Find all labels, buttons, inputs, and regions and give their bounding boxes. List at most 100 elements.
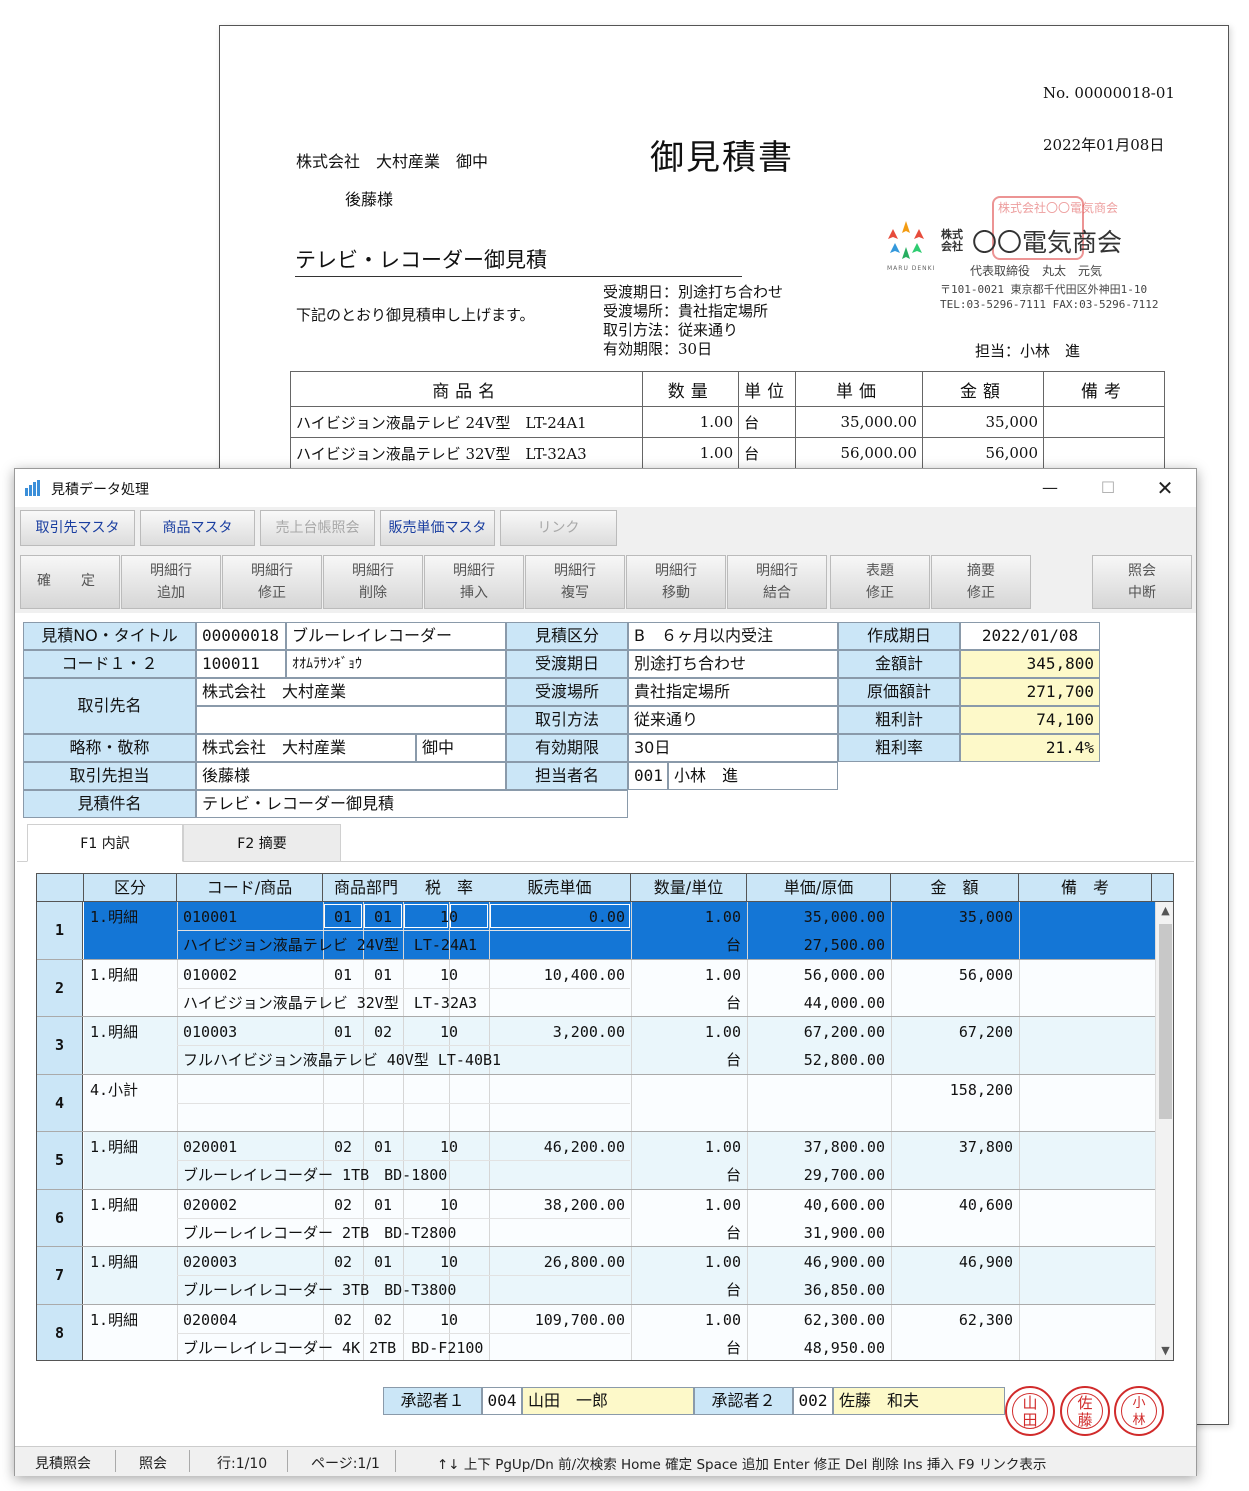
- edit-row-button[interactable]: 明細行 修正: [222, 555, 322, 609]
- cell-qty[interactable]: 1.00: [631, 1248, 741, 1276]
- cell-unit[interactable]: 台: [631, 931, 741, 959]
- contact-field[interactable]: 後藤様: [196, 762, 506, 790]
- approver2-code[interactable]: 002: [793, 1387, 833, 1415]
- cell-price[interactable]: 26,800.00: [489, 1248, 625, 1276]
- scroll-thumb[interactable]: [1159, 924, 1172, 1119]
- cell-cost[interactable]: 36,850.00: [747, 1276, 885, 1304]
- cell-d1[interactable]: 02: [323, 1133, 363, 1161]
- cell-unit-price[interactable]: 67,200.00: [747, 1018, 885, 1046]
- approver2-name[interactable]: 佐藤 和夫: [833, 1387, 1005, 1415]
- cell-unit-price[interactable]: 40,600.00: [747, 1191, 885, 1219]
- category-field[interactable]: B ６ヶ月以内受注: [628, 622, 838, 650]
- cell-name[interactable]: [183, 1104, 631, 1132]
- cell-unit[interactable]: 台: [631, 1219, 741, 1247]
- cell-amount[interactable]: 46,900: [891, 1248, 1013, 1276]
- cell-cost[interactable]: 29,700.00: [747, 1161, 885, 1189]
- cell-amount[interactable]: 56,000: [891, 961, 1013, 989]
- cell-tax[interactable]: [409, 1076, 489, 1104]
- short-name-field[interactable]: 株式会社 大村産業: [196, 734, 416, 762]
- cell-d2[interactable]: 01: [363, 1191, 403, 1219]
- cell-code[interactable]: [183, 1076, 323, 1104]
- table-row[interactable]: 8 1.明細 020004 02 02 10 109,700.00 1.00 62,300.00…: [37, 1304, 1155, 1360]
- cell-code[interactable]: 010003: [183, 1018, 323, 1046]
- maximize-button[interactable]: ☐: [1086, 475, 1130, 503]
- honorific-field[interactable]: 御中: [416, 734, 506, 762]
- scroll-down-icon[interactable]: ▼: [1159, 1344, 1172, 1357]
- cell-unit-price[interactable]: 62,300.00: [747, 1306, 885, 1334]
- cell-kbn[interactable]: 1.明細: [90, 1248, 175, 1276]
- client-name-field[interactable]: 株式会社 大村産業: [196, 678, 506, 706]
- cell-amount[interactable]: 67,200: [891, 1018, 1013, 1046]
- cell-price[interactable]: 46,200.00: [489, 1133, 625, 1161]
- title-bar[interactable]: 見積データ処理 — ☐ ✕: [15, 469, 1196, 507]
- cell-d2[interactable]: [363, 1076, 403, 1104]
- close-button[interactable]: ✕: [1143, 475, 1187, 503]
- cell-tax[interactable]: 10: [409, 903, 489, 931]
- row-number[interactable]: 7: [37, 1247, 83, 1304]
- cancel-inquiry-button[interactable]: 照会 中断: [1092, 555, 1192, 609]
- minimize-button[interactable]: —: [1028, 475, 1072, 503]
- cell-amount[interactable]: 35,000: [891, 903, 1013, 931]
- code1-field[interactable]: 100011: [196, 650, 286, 678]
- cell-tax[interactable]: 10: [409, 961, 489, 989]
- row-number[interactable]: 6: [37, 1189, 83, 1246]
- method-field[interactable]: 従来通り: [628, 706, 838, 734]
- approver1-name[interactable]: 山田 一郎: [522, 1387, 694, 1415]
- cell-code[interactable]: 020002: [183, 1191, 323, 1219]
- cell-code[interactable]: 010001: [183, 903, 323, 931]
- cell-kbn[interactable]: 1.明細: [90, 1018, 175, 1046]
- cell-d2[interactable]: 02: [363, 1306, 403, 1334]
- table-row[interactable]: 1 1.明細 010001 01 01 10 0.00 1.00 35,000.00 35,000…: [37, 902, 1155, 960]
- cell-kbn[interactable]: 1.明細: [90, 1133, 175, 1161]
- cell-name[interactable]: ブルーレイレコーダー 3TB BD-T3800: [183, 1276, 631, 1304]
- tab-summary[interactable]: F2 摘要: [183, 824, 341, 862]
- cell-qty[interactable]: 1.00: [631, 1191, 741, 1219]
- cell-d2[interactable]: 01: [363, 961, 403, 989]
- cell-unit-price[interactable]: 37,800.00: [747, 1133, 885, 1161]
- cell-unit-price[interactable]: 35,000.00: [747, 903, 885, 931]
- quote-title-field[interactable]: ブルーレイレコーダー: [286, 622, 506, 650]
- table-row[interactable]: 3 1.明細 010003 01 02 10 3,200.00 1.00 67,200.00 67…: [37, 1017, 1155, 1075]
- cell-unit-price[interactable]: 46,900.00: [747, 1248, 885, 1276]
- cell-kbn[interactable]: 1.明細: [90, 961, 175, 989]
- cell-d2[interactable]: 01: [363, 1133, 403, 1161]
- quote-no-field[interactable]: 00000018: [196, 622, 286, 650]
- cell-qty[interactable]: 1.00: [631, 1133, 741, 1161]
- row-number[interactable]: 5: [37, 1132, 83, 1189]
- delivery-date-field[interactable]: 別途打ち合わせ: [628, 650, 838, 678]
- row-number[interactable]: 8: [37, 1304, 83, 1360]
- sales-ledger-button[interactable]: 売上台帳照会: [260, 510, 375, 546]
- cell-cost[interactable]: 27,500.00: [747, 931, 885, 959]
- cell-d1[interactable]: 02: [323, 1306, 363, 1334]
- delete-row-button[interactable]: 明細行 削除: [323, 555, 423, 609]
- code2-field[interactable]: ｵｵﾑﾗｻﾝｷﾞｮｳ: [286, 650, 506, 678]
- cell-name[interactable]: ブルーレイレコーダー 1TB BD-1800: [183, 1161, 631, 1189]
- cell-d1[interactable]: 02: [323, 1248, 363, 1276]
- copy-row-button[interactable]: 明細行 複写: [525, 555, 625, 609]
- edit-title-button[interactable]: 表題 修正: [830, 555, 930, 609]
- cell-amount[interactable]: 37,800: [891, 1133, 1013, 1161]
- cell-d1[interactable]: 01: [323, 903, 363, 931]
- table-row[interactable]: 2 1.明細 010002 01 01 10 10,400.00 1.00 56,000.00 5…: [37, 959, 1155, 1017]
- sales-price-master-button[interactable]: 販売単価マスタ: [380, 510, 495, 546]
- cell-tax[interactable]: 10: [409, 1018, 489, 1046]
- edit-summary-button[interactable]: 摘要 修正: [931, 555, 1031, 609]
- cell-cost[interactable]: 52,800.00: [747, 1046, 885, 1074]
- cell-name[interactable]: フルハイビジョン液晶テレビ 40V型 LT-40B1: [183, 1046, 631, 1074]
- cell-kbn[interactable]: 1.明細: [90, 903, 175, 931]
- cell-price[interactable]: 0.00: [489, 903, 625, 931]
- table-row[interactable]: 7 1.明細 020003 02 01 10 26,800.00 1.00 46,900.00 4…: [37, 1247, 1155, 1305]
- cell-price[interactable]: 109,700.00: [489, 1306, 625, 1334]
- cell-price[interactable]: [489, 1076, 625, 1104]
- cell-name[interactable]: ブルーレイレコーダー 2TB BD-T2800: [183, 1219, 631, 1247]
- cell-cost[interactable]: [747, 1104, 885, 1132]
- cell-tax[interactable]: 10: [409, 1133, 489, 1161]
- cell-unit[interactable]: 台: [631, 989, 741, 1017]
- cell-d1[interactable]: [323, 1076, 363, 1104]
- link-button[interactable]: リンク: [500, 510, 617, 546]
- product-master-button[interactable]: 商品マスタ: [140, 510, 255, 546]
- cell-tax[interactable]: 10: [409, 1248, 489, 1276]
- cell-tax[interactable]: 10: [409, 1306, 489, 1334]
- cell-code[interactable]: 020004: [183, 1306, 323, 1334]
- cell-code[interactable]: 010002: [183, 961, 323, 989]
